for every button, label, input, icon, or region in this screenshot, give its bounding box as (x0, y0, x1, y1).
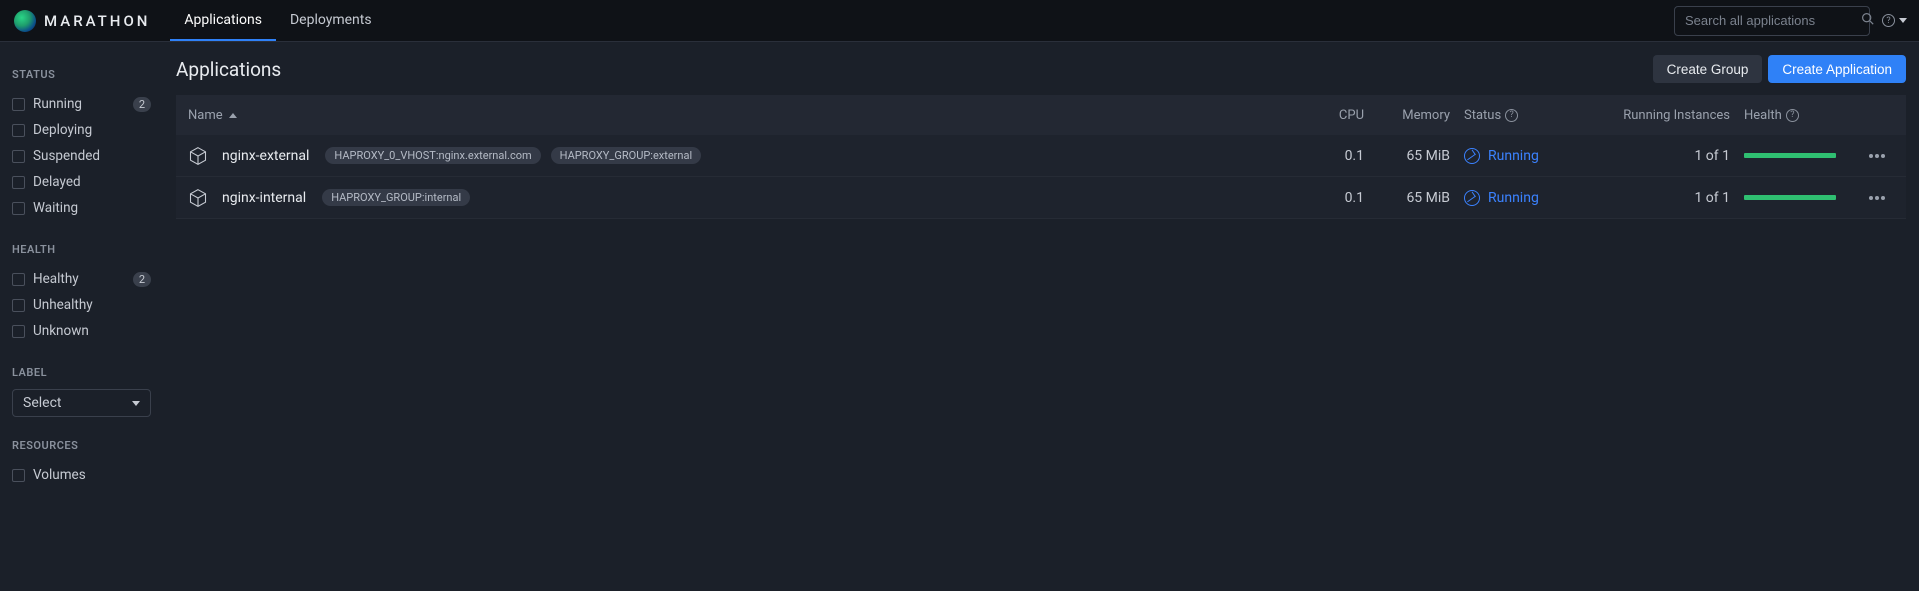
checkbox-icon (12, 98, 25, 111)
logo[interactable]: MARATHON (14, 10, 150, 32)
filter-deploying[interactable]: Deploying (12, 117, 151, 143)
app-memory: 65 MiB (1364, 190, 1450, 206)
checkbox-icon (12, 176, 25, 189)
app-cpu: 0.1 (1298, 190, 1364, 206)
top-bar: MARATHON Applications Deployments ? (0, 0, 1919, 42)
running-icon (1464, 190, 1480, 206)
logo-text: MARATHON (44, 12, 150, 30)
sidebar-label-title: LABEL (12, 366, 151, 379)
filter-healthy[interactable]: Healthy 2 (12, 266, 151, 292)
filter-label: Running (33, 96, 133, 112)
search-input[interactable] (1685, 13, 1861, 28)
checkbox-icon (12, 469, 25, 482)
main-header: Applications Create Group Create Applica… (176, 55, 1906, 83)
col-instances-header[interactable]: Running Instances (1570, 108, 1730, 123)
primary-nav: Applications Deployments (170, 0, 385, 41)
filter-label: Deploying (33, 122, 151, 138)
app-instances: 1 of 1 (1570, 190, 1730, 206)
app-icon (188, 188, 208, 208)
filter-running[interactable]: Running 2 (12, 91, 151, 117)
status-text: Running (1488, 148, 1539, 164)
filter-label: Healthy (33, 271, 133, 287)
health-bar (1744, 153, 1836, 158)
filter-label: Volumes (33, 467, 151, 483)
row-actions-menu[interactable] (1860, 154, 1894, 158)
app-name: nginx-internal (222, 190, 306, 206)
nav-applications[interactable]: Applications (170, 0, 276, 41)
label-select-value: Select (23, 395, 61, 411)
nav-deployments[interactable]: Deployments (276, 0, 386, 41)
create-group-button[interactable]: Create Group (1653, 55, 1763, 83)
create-application-button[interactable]: Create Application (1768, 55, 1906, 83)
app-status: Running (1450, 190, 1570, 206)
help-icon: ? (1882, 14, 1895, 27)
row-actions-menu[interactable] (1860, 196, 1894, 200)
app-name: nginx-external (222, 148, 309, 164)
filter-delayed[interactable]: Delayed (12, 169, 151, 195)
sidebar: STATUS Running 2 Deploying Suspended Del… (0, 42, 163, 591)
app-cpu: 0.1 (1298, 148, 1364, 164)
filter-waiting[interactable]: Waiting (12, 195, 151, 221)
filter-label: Waiting (33, 200, 151, 216)
search-box[interactable] (1674, 6, 1870, 36)
filter-label: Delayed (33, 174, 151, 190)
app-health (1730, 153, 1860, 158)
sort-asc-icon (229, 113, 237, 118)
help-menu[interactable]: ? (1882, 14, 1907, 27)
sidebar-health-title: HEALTH (12, 243, 151, 256)
label-select[interactable]: Select (12, 389, 151, 417)
checkbox-icon (12, 273, 25, 286)
help-icon: ? (1786, 109, 1799, 122)
checkbox-icon (12, 124, 25, 137)
filter-label: Suspended (33, 148, 151, 164)
app-health (1730, 195, 1860, 200)
table-header: Name CPU Memory Status ? Running Instanc… (176, 95, 1906, 135)
col-status-label: Status (1464, 108, 1501, 123)
logo-icon (14, 10, 36, 32)
sidebar-status-title: STATUS (12, 68, 151, 81)
col-name-label: Name (188, 108, 223, 123)
running-icon (1464, 148, 1480, 164)
checkbox-icon (12, 150, 25, 163)
app-tag: HAPROXY_0_VHOST:nginx.external.com (325, 147, 540, 164)
main-content: Applications Create Group Create Applica… (163, 42, 1919, 591)
status-text: Running (1488, 190, 1539, 206)
filter-unknown[interactable]: Unknown (12, 318, 151, 344)
filter-suspended[interactable]: Suspended (12, 143, 151, 169)
app-tag: HAPROXY_GROUP:internal (322, 189, 470, 206)
col-cpu-header[interactable]: CPU (1298, 108, 1364, 123)
chevron-down-icon (1899, 18, 1907, 23)
help-icon: ? (1505, 109, 1518, 122)
col-health-label: Health (1744, 108, 1782, 123)
filter-count: 2 (133, 97, 151, 112)
filter-unhealthy[interactable]: Unhealthy (12, 292, 151, 318)
checkbox-icon (12, 325, 25, 338)
col-health-header[interactable]: Health ? (1730, 108, 1860, 123)
table-row[interactable]: nginx-internal HAPROXY_GROUP:internal 0.… (176, 177, 1906, 219)
app-memory: 65 MiB (1364, 148, 1450, 164)
filter-volumes[interactable]: Volumes (12, 462, 151, 488)
chevron-down-icon (132, 401, 140, 406)
filter-label: Unknown (33, 323, 151, 339)
page-title: Applications (176, 58, 281, 81)
checkbox-icon (12, 299, 25, 312)
table-row[interactable]: nginx-external HAPROXY_0_VHOST:nginx.ext… (176, 135, 1906, 177)
app-instances: 1 of 1 (1570, 148, 1730, 164)
checkbox-icon (12, 202, 25, 215)
filter-count: 2 (133, 272, 151, 287)
app-icon (188, 146, 208, 166)
filter-label: Unhealthy (33, 297, 151, 313)
col-name-header[interactable]: Name (188, 108, 1298, 123)
col-memory-header[interactable]: Memory (1364, 108, 1450, 123)
app-tag: HAPROXY_GROUP:external (551, 147, 702, 164)
health-bar (1744, 195, 1836, 200)
col-status-header[interactable]: Status ? (1450, 108, 1570, 123)
app-status: Running (1450, 148, 1570, 164)
sidebar-resources-title: RESOURCES (12, 439, 151, 452)
search-icon (1861, 12, 1874, 29)
